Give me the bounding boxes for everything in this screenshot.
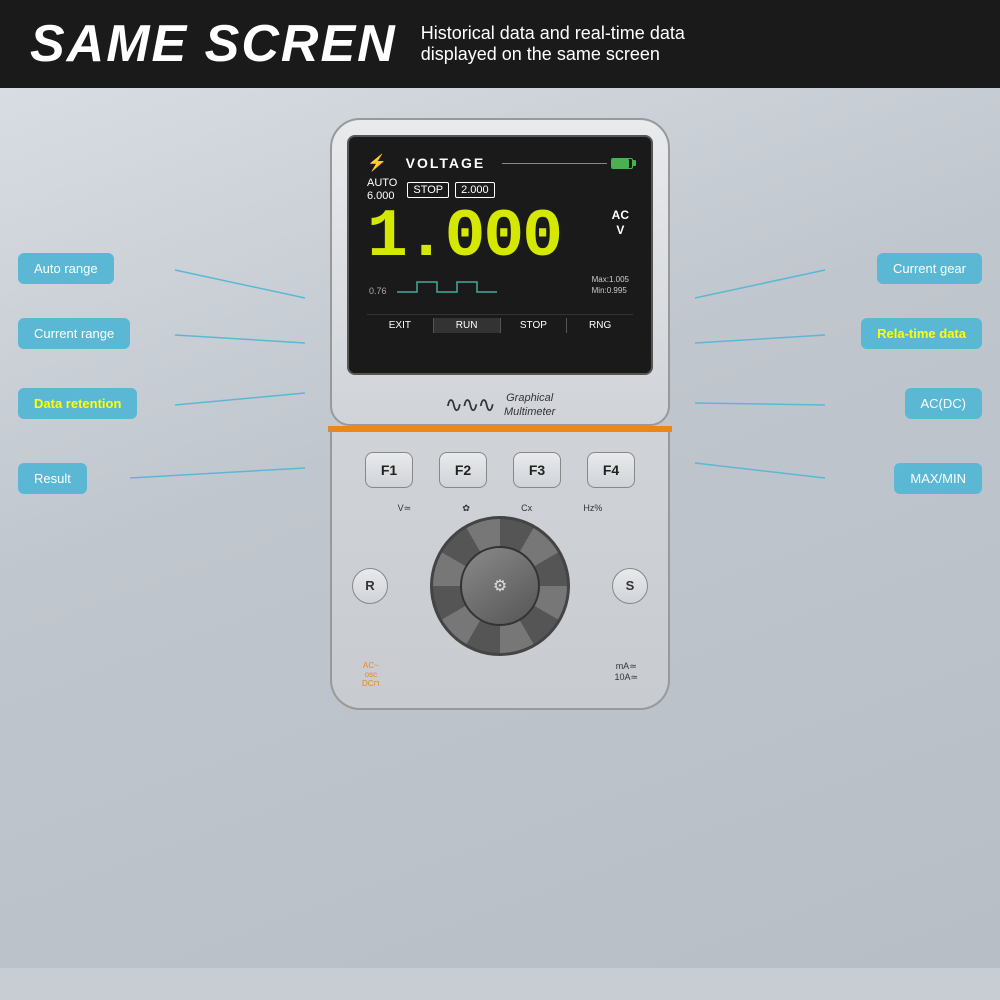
auto-label: AUTO <box>367 177 397 190</box>
label-ma: mA≃ <box>614 661 638 672</box>
lightning-icon: ⚡ <box>367 153 387 173</box>
waveform-svg: 0.76 <box>367 274 567 304</box>
main-area: Auto range Current range Data retention … <box>0 88 1000 968</box>
run-btn[interactable]: RUN <box>434 318 501 333</box>
device-label: Graphical Multimeter <box>504 391 555 420</box>
screen-buttons-row: EXIT RUN STOP RNG <box>367 314 633 333</box>
knob-center-symbol: ⚙ <box>493 576 507 596</box>
annotation-auto-range: Auto range <box>18 253 114 284</box>
f-buttons-row: F1 F2 F3 F4 <box>352 452 648 488</box>
exit-btn[interactable]: EXIT <box>367 318 434 333</box>
annotation-rela-time-data: Rela-time data <box>861 318 982 349</box>
label-v: V≃ <box>398 503 412 514</box>
f1-button[interactable]: F1 <box>365 452 413 488</box>
device-shell: ⚡ VOLTAGE AUTO 6.000 <box>330 118 670 426</box>
r-button[interactable]: R <box>352 568 388 604</box>
rng-btn[interactable]: RNG <box>567 318 633 333</box>
device-lower: F1 F2 F3 F4 V≃ ✿ Cx Hz% R <box>330 432 670 710</box>
annotation-data-retention: Data retention <box>18 388 137 419</box>
annotation-result: Result <box>18 463 87 494</box>
svg-text:0.76: 0.76 <box>369 286 387 296</box>
min-label: Min:0.995 <box>592 285 629 296</box>
device-body: ⚡ VOLTAGE AUTO 6.000 <box>330 118 670 710</box>
header-subtitle: Historical data and real-time data displ… <box>421 23 685 65</box>
big-number-display: 1.000 AC V <box>367 204 633 272</box>
label-dc: DC⊓ <box>362 679 380 688</box>
label-ac-osc: AC~osc <box>362 661 380 679</box>
stop-label: STOP <box>407 182 449 198</box>
annotation-max-min: MAX/MIN <box>894 463 982 494</box>
s-button[interactable]: S <box>612 568 648 604</box>
measurement-digits: 1.000 <box>367 204 561 272</box>
annotation-current-range: Current range <box>18 318 130 349</box>
lcd-screen: ⚡ VOLTAGE AUTO 6.000 <box>357 145 643 365</box>
stop-value: 2.000 <box>455 182 495 198</box>
max-label: Max:1.005 <box>592 274 629 285</box>
screen-header-row: ⚡ VOLTAGE <box>367 153 633 173</box>
knob-labels-top: V≃ ✿ Cx Hz% <box>352 503 648 514</box>
knob-inner: ⚙ <box>460 546 540 626</box>
screen-bezel: ⚡ VOLTAGE AUTO 6.000 <box>347 135 653 375</box>
f4-button[interactable]: F4 <box>587 452 635 488</box>
ac-dc-label: AC V <box>612 208 629 237</box>
device-label-area: ∿∿∿ Graphical Multimeter <box>347 385 653 424</box>
voltage-label: VOLTAGE <box>393 155 498 171</box>
header: SAME SCREN Historical data and real-time… <box>0 0 1000 88</box>
f3-button[interactable]: F3 <box>513 452 561 488</box>
subtitle-line1: Historical data and real-time data <box>421 23 685 44</box>
subtitle-line2: displayed on the same screen <box>421 44 685 65</box>
label-flower: ✿ <box>462 503 470 514</box>
label-cx: Cx <box>521 503 532 514</box>
device: ⚡ VOLTAGE AUTO 6.000 <box>330 118 670 710</box>
f2-button[interactable]: F2 <box>439 452 487 488</box>
annotation-current-gear: Current gear <box>877 253 982 284</box>
label-hz: Hz% <box>583 503 602 514</box>
knob-area: R ⚙ S <box>352 516 648 656</box>
waveform-area: 0.76 Max:1.005 Min:0.995 <box>367 274 633 312</box>
annotation-ac-dc: AC(DC) <box>905 388 983 419</box>
orange-stripe <box>328 426 672 432</box>
stop-btn[interactable]: STOP <box>501 318 568 333</box>
label-10a: 10A≃ <box>614 672 638 683</box>
rotary-knob[interactable]: ⚙ <box>430 516 570 656</box>
knob-labels-bottom: AC~osc DC⊓ mA≃ 10A≃ <box>352 661 648 688</box>
wave-icon: ∿∿∿ <box>445 392 494 418</box>
page-title: SAME SCREN <box>30 18 397 70</box>
battery-icon <box>611 158 633 169</box>
